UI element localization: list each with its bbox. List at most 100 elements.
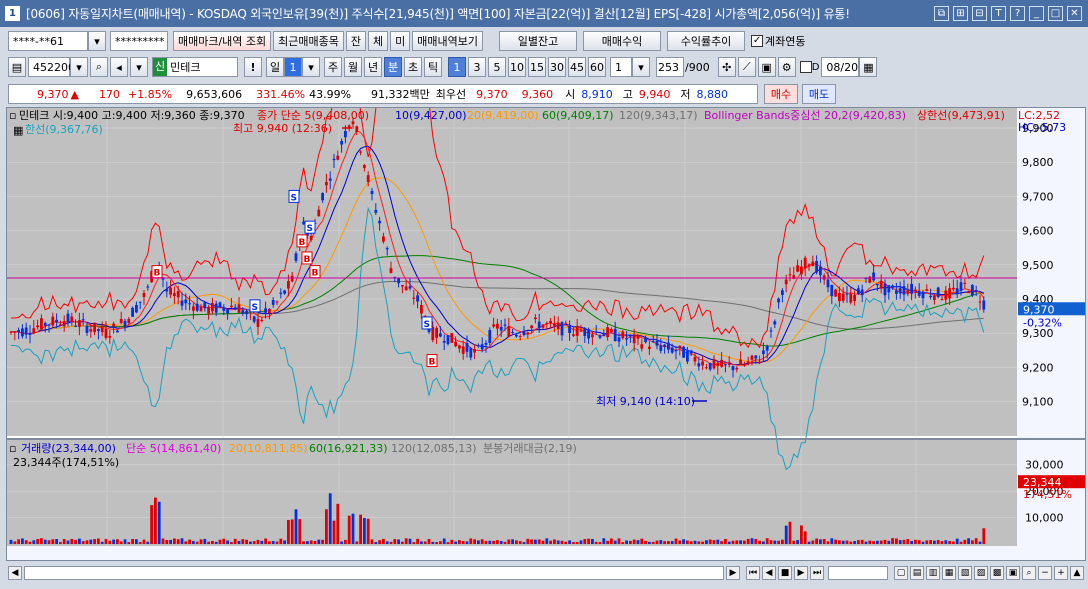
first-page-icon[interactable]: ⏮ bbox=[746, 566, 760, 580]
layout3-icon[interactable]: ▥ bbox=[926, 566, 940, 580]
code-dropdown-icon[interactable]: ▾ bbox=[70, 57, 88, 77]
period-second-button[interactable]: 초 bbox=[404, 57, 422, 77]
date-checkbox[interactable] bbox=[799, 61, 812, 73]
layout5-icon[interactable]: ▧ bbox=[958, 566, 972, 580]
volume-bar bbox=[895, 538, 898, 544]
layout8-icon[interactable]: ▣ bbox=[1006, 566, 1020, 580]
gear-icon[interactable]: ⚙ bbox=[777, 57, 796, 77]
executed-button[interactable]: 체 bbox=[368, 31, 389, 51]
close-icon[interactable]: ✕ bbox=[1067, 6, 1082, 21]
period-month-button[interactable]: 월 bbox=[344, 57, 362, 77]
period-tick-button[interactable]: 틱 bbox=[424, 57, 442, 77]
save-icon[interactable]: ▣ bbox=[757, 57, 776, 77]
trade-mark-query-button[interactable]: 매매마크/내역 조회 bbox=[173, 31, 272, 51]
interval-60-button[interactable]: 60 bbox=[588, 57, 606, 77]
period-number[interactable]: 1 bbox=[284, 57, 302, 77]
custom-interval-field[interactable]: 1 bbox=[610, 57, 632, 77]
period-week-button[interactable]: 주 bbox=[324, 57, 342, 77]
search-icon[interactable]: ⌕ bbox=[90, 57, 108, 77]
minimize-icon[interactable]: _ bbox=[1029, 6, 1044, 21]
play-icon[interactable]: ▶ bbox=[794, 566, 808, 580]
candle-body bbox=[849, 293, 853, 303]
prev-page-icon[interactable]: ◀ bbox=[762, 566, 776, 580]
layout2-icon[interactable]: ▤ bbox=[910, 566, 924, 580]
trade-history-button[interactable]: 매매내역보기 bbox=[412, 31, 484, 51]
period-day-button[interactable]: 일 bbox=[266, 57, 284, 77]
candle-body bbox=[439, 333, 442, 337]
interval-15-button[interactable]: 15 bbox=[528, 57, 546, 77]
candle-body bbox=[655, 340, 659, 346]
unfilled-button[interactable]: 미 bbox=[390, 31, 411, 51]
price-chart-svg[interactable]: BSSBSBBSB 9,9009,8009,7009,6009,5009,400… bbox=[7, 108, 1085, 560]
candle-body bbox=[826, 279, 830, 288]
candle-body bbox=[914, 289, 917, 292]
window-number: 1 bbox=[5, 6, 20, 21]
sell-mark-label: S bbox=[291, 193, 297, 203]
bar-count-field[interactable]: 253 bbox=[656, 57, 684, 77]
volume-bar bbox=[131, 538, 134, 544]
tile-icon[interactable]: ⊞ bbox=[953, 6, 968, 21]
layout6-icon[interactable]: ▨ bbox=[974, 566, 988, 580]
candle-body bbox=[359, 151, 362, 153]
expand-icon[interactable]: ▲ bbox=[1070, 566, 1084, 580]
scroll-right-icon[interactable]: ▶ bbox=[726, 566, 740, 580]
account-dropdown-icon[interactable]: ▾ bbox=[88, 31, 106, 51]
horizontal-scrollbar[interactable] bbox=[24, 566, 724, 580]
scroll-left-icon[interactable]: ◀ bbox=[8, 566, 22, 580]
maximize-icon[interactable]: □ bbox=[1048, 6, 1063, 21]
vol-legend-ma5: 단순 5(14,861,40) bbox=[126, 442, 221, 455]
interval-30-button[interactable]: 30 bbox=[548, 57, 566, 77]
layout1-icon[interactable]: ▢ bbox=[894, 566, 908, 580]
screenshot-icon[interactable]: ⌕ bbox=[1022, 566, 1036, 580]
layout7-icon[interactable]: ▩ bbox=[990, 566, 1004, 580]
volume-bar bbox=[108, 540, 112, 544]
trade-profit-button[interactable]: 매매수익 bbox=[583, 31, 662, 51]
password-field[interactable]: ********* bbox=[110, 31, 168, 51]
interval-5-button[interactable]: 5 bbox=[488, 57, 506, 77]
volume-bar bbox=[579, 540, 583, 544]
link-account-checkbox[interactable]: ✓ 계좌연동 bbox=[751, 33, 806, 49]
dropdown-icon[interactable]: ▾ bbox=[130, 57, 148, 77]
last-page-icon[interactable]: ⏭ bbox=[810, 566, 824, 580]
interval-1-button[interactable]: 1 bbox=[448, 57, 466, 77]
alert-button[interactable]: ! bbox=[244, 57, 262, 77]
period-dropdown-icon[interactable]: ▾ bbox=[302, 57, 320, 77]
sell-button[interactable]: 매도 bbox=[802, 84, 836, 104]
date-field[interactable]: 08/20 bbox=[821, 57, 860, 77]
chart-area[interactable]: BSSBSBBSB 9,900 9,800 9,700 9,600 9,500 9,400… bbox=[6, 107, 1086, 561]
period-year-button[interactable]: 년 bbox=[364, 57, 382, 77]
draw-line-icon[interactable]: ⟋ bbox=[737, 57, 756, 77]
layout-icon[interactable]: ⊟ bbox=[972, 6, 987, 21]
buy-button[interactable]: 매수 bbox=[764, 84, 798, 104]
help-icon[interactable]: ? bbox=[1010, 6, 1025, 21]
volume-bar bbox=[313, 540, 317, 544]
layout4-icon[interactable]: ▦ bbox=[942, 566, 956, 580]
volume-bar bbox=[575, 542, 579, 544]
interval-3-button[interactable]: 3 bbox=[468, 57, 486, 77]
account-number-field[interactable]: ****-**61 bbox=[8, 31, 88, 51]
candle-body bbox=[967, 292, 970, 294]
candle-body bbox=[743, 363, 746, 366]
interval-45-button[interactable]: 45 bbox=[568, 57, 586, 77]
custom-interval-dropdown-icon[interactable]: ▾ bbox=[632, 57, 650, 77]
restore-window-icon[interactable]: ⧉ bbox=[934, 6, 949, 21]
chart-menu-icon[interactable]: ▤ bbox=[8, 57, 26, 77]
daily-balance-button[interactable]: 일별잔고 bbox=[499, 31, 578, 51]
stop-icon[interactable]: ■ bbox=[778, 566, 792, 580]
speaker-icon[interactable]: ◂ bbox=[110, 57, 128, 77]
zoom-out-icon[interactable]: − bbox=[1038, 566, 1052, 580]
interval-10-button[interactable]: 10 bbox=[508, 57, 526, 77]
stock-name-field[interactable]: 신 민테크 bbox=[152, 57, 238, 77]
volume-bar bbox=[28, 541, 32, 544]
zoom-slider[interactable] bbox=[828, 566, 888, 580]
zoom-in-icon[interactable]: + bbox=[1054, 566, 1068, 580]
return-trend-button[interactable]: 수익률추이 bbox=[667, 31, 746, 51]
balance-button[interactable]: 잔 bbox=[345, 31, 367, 51]
period-minute-button[interactable]: 분 bbox=[384, 57, 402, 77]
recent-trades-button[interactable]: 최근매매종목 bbox=[273, 31, 344, 51]
text-icon[interactable]: T bbox=[991, 6, 1006, 21]
calendar-icon[interactable]: ▦ bbox=[859, 57, 878, 77]
volume-bar bbox=[746, 538, 750, 544]
crosshair-icon[interactable]: ✣ bbox=[717, 57, 736, 77]
stock-code-field[interactable]: 452200 bbox=[28, 57, 75, 77]
